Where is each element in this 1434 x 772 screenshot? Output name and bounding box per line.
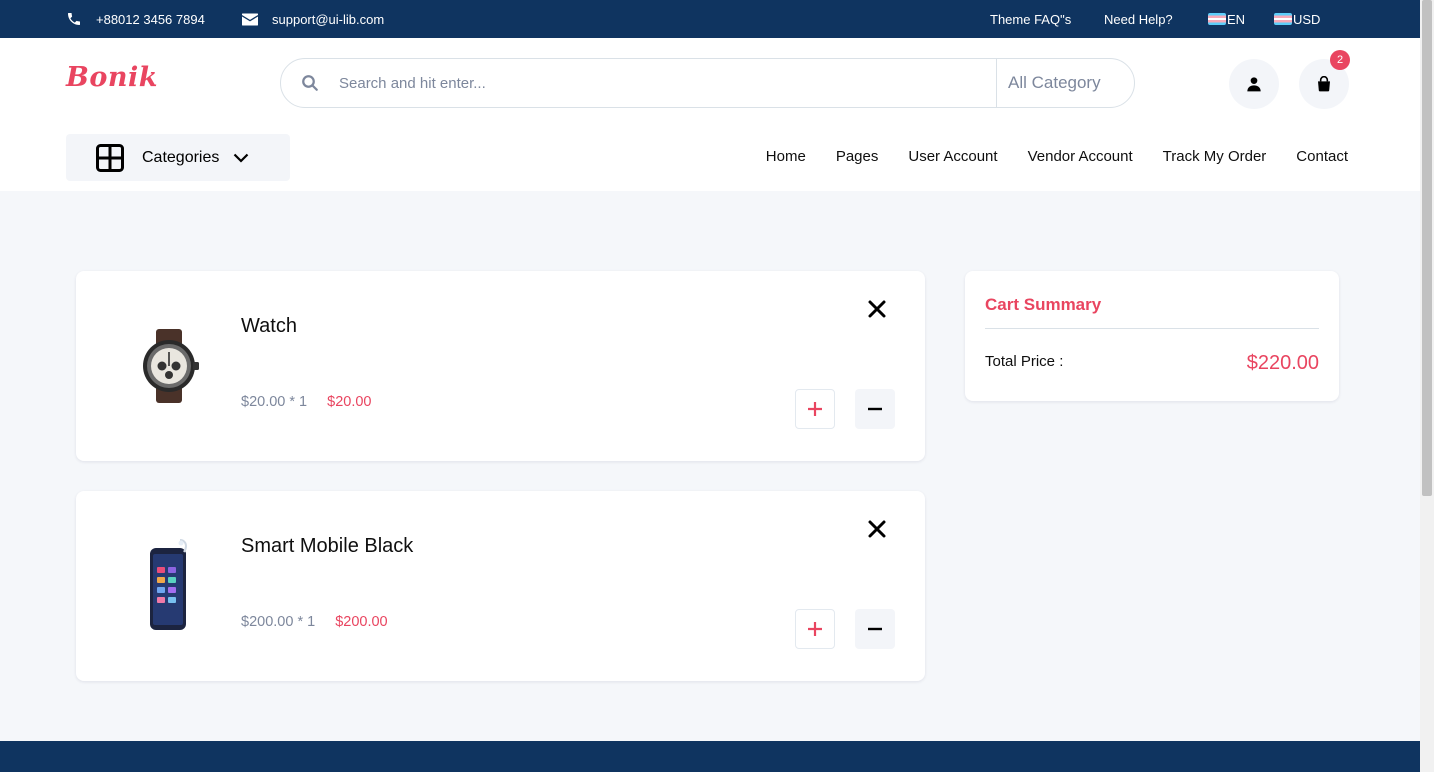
- page-scrollbar[interactable]: [1420, 0, 1434, 772]
- category-select[interactable]: All Category: [996, 59, 1134, 107]
- summary-title: Cart Summary: [985, 295, 1102, 314]
- product-title[interactable]: Watch: [241, 315, 297, 338]
- grid-icon: [96, 143, 124, 172]
- unit-price: $200.00 * 1: [241, 614, 316, 630]
- minus-icon: [868, 627, 882, 631]
- cart-button[interactable]: 2: [1299, 50, 1350, 109]
- help-link[interactable]: Need Help?: [1104, 0, 1173, 38]
- cart-item: Watch $20.00 * 1 $20.00: [76, 271, 925, 461]
- header: Bonik All Category 2 Categories Home Pag…: [0, 38, 1420, 191]
- cart-count-badge: 2: [1330, 50, 1350, 70]
- account-button[interactable]: [1229, 59, 1279, 109]
- currency-select[interactable]: USD: [1274, 0, 1320, 38]
- phone-contact[interactable]: +88012 3456 7894: [66, 0, 205, 38]
- nav-home[interactable]: Home: [766, 148, 806, 165]
- flag-icon: [1274, 13, 1292, 25]
- chevron-down-icon: [234, 153, 249, 163]
- item-total: $200.00: [335, 614, 388, 630]
- shopping-bag-icon: [1318, 76, 1330, 92]
- product-price: $200.00 * 1 $200.00: [241, 614, 388, 630]
- nav-contact[interactable]: Contact: [1296, 148, 1348, 165]
- main-nav: Home Pages User Account Vendor Account T…: [766, 148, 1348, 165]
- product-price: $20.00 * 1 $20.00: [241, 394, 371, 410]
- nav-vendor-account[interactable]: Vendor Account: [1028, 148, 1133, 165]
- currency-label: USD: [1293, 11, 1321, 27]
- minus-icon: [868, 407, 882, 411]
- email-contact[interactable]: support@ui-lib.com: [242, 0, 384, 38]
- plus-icon: [808, 402, 822, 416]
- language-label: EN: [1227, 11, 1246, 27]
- search-icon[interactable]: [281, 74, 339, 92]
- categories-label: Categories: [142, 148, 220, 166]
- nav-track-order[interactable]: Track My Order: [1163, 148, 1267, 165]
- top-bar: +88012 3456 7894 support@ui-lib.com Them…: [0, 0, 1420, 38]
- logo[interactable]: Bonik: [66, 62, 158, 93]
- user-icon: [1247, 77, 1261, 92]
- cart-item: Smart Mobile Black $200.00 * 1 $200.00: [76, 491, 925, 681]
- product-title[interactable]: Smart Mobile Black: [241, 535, 413, 558]
- faq-link[interactable]: Theme FAQ"s: [990, 0, 1071, 38]
- categories-dropdown[interactable]: Categories: [66, 134, 290, 181]
- decrease-quantity-button[interactable]: [855, 389, 895, 429]
- nav-user-account[interactable]: User Account: [908, 148, 997, 165]
- unit-price: $20.00 * 1: [241, 394, 308, 410]
- decrease-quantity-button[interactable]: [855, 609, 895, 649]
- language-select[interactable]: EN: [1208, 0, 1245, 38]
- increase-quantity-button[interactable]: [795, 609, 835, 649]
- summary-divider: [985, 328, 1319, 329]
- item-total: $20.00: [327, 394, 372, 410]
- total-price-label: Total Price :: [985, 353, 1064, 370]
- email-address: support@ui-lib.com: [272, 11, 385, 27]
- product-image-watch: [143, 329, 199, 403]
- search-input[interactable]: [339, 59, 996, 107]
- total-price-value: $220.00: [1246, 352, 1319, 374]
- footer: [0, 741, 1420, 772]
- product-image-smartphone: [150, 539, 188, 630]
- mail-icon: [242, 13, 258, 25]
- phone-number: +88012 3456 7894: [96, 11, 205, 27]
- nav-pages[interactable]: Pages: [836, 148, 879, 165]
- search-bar: All Category: [280, 58, 1135, 108]
- flag-icon: [1208, 13, 1226, 25]
- close-icon[interactable]: [867, 519, 887, 539]
- increase-quantity-button[interactable]: [795, 389, 835, 429]
- plus-icon: [808, 622, 822, 636]
- phone-icon: [68, 13, 80, 25]
- cart-summary: Cart Summary Total Price : $220.00: [965, 271, 1339, 401]
- scrollbar-thumb[interactable]: [1422, 0, 1432, 496]
- close-icon[interactable]: [867, 299, 887, 319]
